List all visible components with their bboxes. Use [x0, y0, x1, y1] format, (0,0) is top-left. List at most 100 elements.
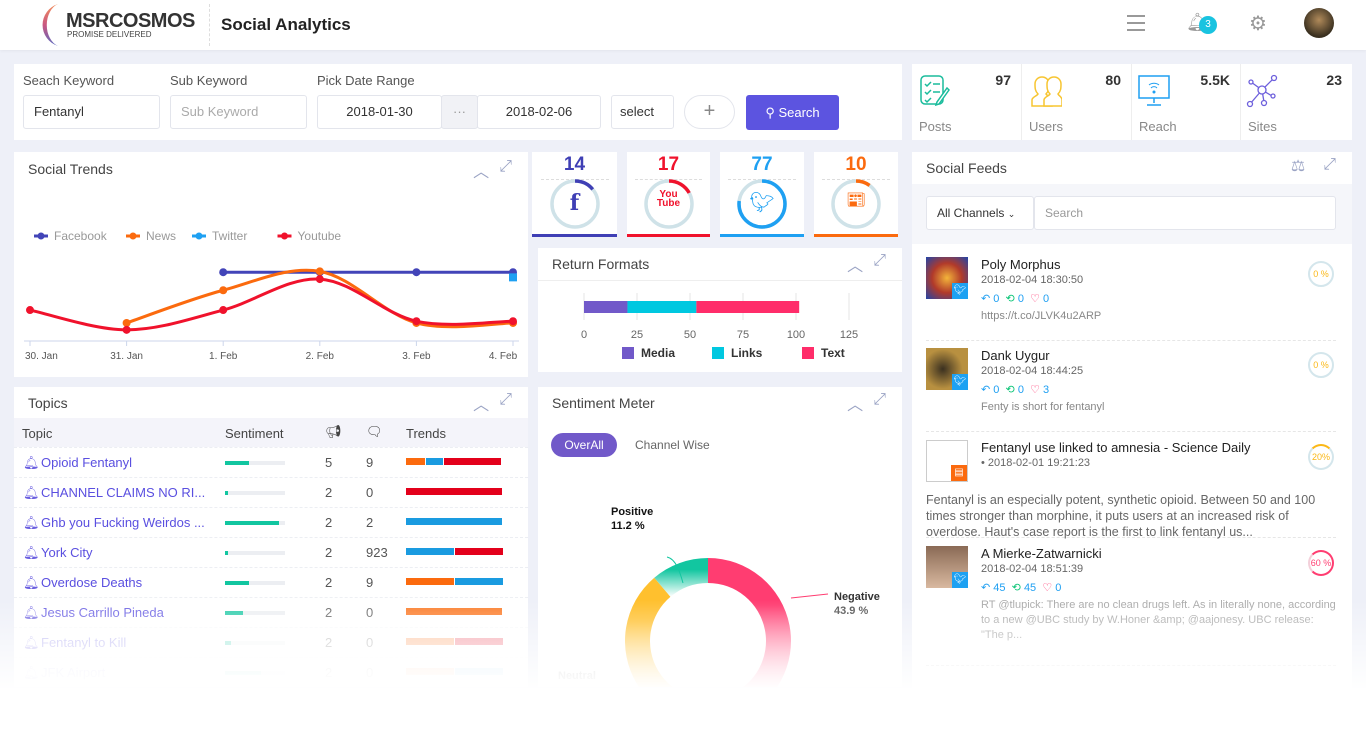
- feed-avatar[interactable]: 🐦︎: [926, 546, 968, 588]
- collapse-icon[interactable]: ︿: [847, 391, 863, 415]
- stat-posts: 97 Posts: [912, 64, 1022, 140]
- date-from-input[interactable]: 2018-01-30: [317, 95, 442, 129]
- sentiment-score-ring: 0 %: [1308, 261, 1334, 287]
- sentiment-score-ring: 20%: [1308, 444, 1334, 470]
- add-button[interactable]: +: [684, 95, 735, 129]
- feed-item[interactable]: ▤ Fentanyl use linked to amnesia - Scien…: [926, 440, 1336, 539]
- data-point: [315, 267, 324, 276]
- reply-icon[interactable]: ↶: [981, 293, 990, 305]
- col-topic[interactable]: Topic: [22, 426, 52, 441]
- feed-author[interactable]: Poly Morphus: [981, 257, 1060, 272]
- feed-author[interactable]: Dank Uygur: [981, 348, 1050, 363]
- feed-avatar[interactable]: ▤: [926, 440, 968, 482]
- heart-icon[interactable]: ♡: [1030, 384, 1040, 396]
- heart-icon[interactable]: ♡: [1042, 582, 1052, 594]
- feed-text: Fentanyl is an especially potent, synthe…: [926, 493, 1316, 539]
- bell-icon: 🔔︎: [23, 575, 40, 590]
- feed-author[interactable]: Fentanyl use linked to amnesia - Science…: [981, 440, 1251, 455]
- topic-row[interactable]: 🔔︎ Opioid Fentanyl 5 9: [14, 447, 528, 477]
- retweet-icon[interactable]: ⟲: [1012, 582, 1021, 594]
- topic-link[interactable]: York City: [41, 545, 93, 560]
- x-tick-label: 1. Feb: [209, 351, 238, 362]
- expand-icon[interactable]: ⤢: [499, 158, 512, 182]
- retweet-icon[interactable]: ⟲: [1006, 384, 1015, 396]
- feed-avatar[interactable]: 🐦︎: [926, 257, 968, 299]
- sentiment-bar: [225, 461, 285, 465]
- col-sentiment[interactable]: Sentiment: [225, 426, 284, 441]
- topic-link[interactable]: Fentanyl to Kill: [41, 635, 126, 650]
- trend-bar: [406, 458, 502, 465]
- topic-row[interactable]: 🔔︎ York City 2 923: [14, 537, 528, 567]
- topic-link[interactable]: JFK Airport: [41, 665, 105, 680]
- topic-row[interactable]: 🔔︎ CHANNEL CLAIMS NO RI... 2 0: [14, 477, 528, 507]
- feeds-search-input[interactable]: Search: [1034, 196, 1336, 230]
- feed-avatar[interactable]: 🐦︎: [926, 348, 968, 390]
- expand-icon[interactable]: ⤢: [873, 252, 886, 276]
- comments-icon[interactable]: 🗨︎: [366, 424, 383, 440]
- bell-icon: 🔔︎: [23, 545, 40, 560]
- search-button[interactable]: ⚲ Search: [746, 95, 839, 130]
- topic-row[interactable]: 🔔︎ Overdose Deaths 2 9: [14, 567, 528, 597]
- comment-count: 0: [366, 605, 374, 620]
- notification-badge: 3: [1199, 16, 1217, 34]
- like-count: 0: [1055, 582, 1062, 594]
- trend-segment: [406, 668, 454, 675]
- collapse-icon[interactable]: ︿: [473, 158, 489, 182]
- expand-icon[interactable]: ⤢: [499, 391, 512, 415]
- tab-overall[interactable]: OverAll: [551, 433, 617, 457]
- channel-card-facebook[interactable]: 14 f: [532, 152, 617, 237]
- gear-icon[interactable]: ⚙: [1249, 11, 1267, 36]
- topic-row[interactable]: 🔔︎ JFK Airport 2 0: [14, 657, 528, 687]
- bell-icon: 🔔︎: [23, 635, 40, 650]
- heart-icon[interactable]: ♡: [1030, 293, 1040, 305]
- reply-icon[interactable]: ↶: [981, 384, 990, 396]
- feed-item[interactable]: 🐦︎ Dank Uygur 2018-02-04 18:44:25 ↶ 0 ⟲ …: [926, 348, 1336, 432]
- topic-row[interactable]: 🔔︎ Jesus Carrillo Pineda 2 0: [14, 597, 528, 627]
- topic-link[interactable]: Overdose Deaths: [41, 575, 142, 590]
- logo-globe-icon: [42, 4, 58, 46]
- topic-link[interactable]: CHANNEL CLAIMS NO RI...: [41, 485, 205, 500]
- topic-link[interactable]: Opioid Fentanyl: [41, 455, 132, 470]
- x-tick-label: 75: [737, 329, 749, 341]
- col-trends[interactable]: Trends: [406, 426, 446, 441]
- expand-icon[interactable]: ⤢: [1323, 156, 1336, 176]
- trend-segment: [455, 548, 503, 555]
- retweet-count: 0: [1017, 384, 1024, 396]
- collapse-icon[interactable]: ︿: [473, 391, 489, 415]
- channel-card-youtube[interactable]: 17 You Tube: [627, 152, 710, 237]
- bar-segment-media: [584, 301, 628, 313]
- tab-channel-wise[interactable]: Channel Wise: [635, 438, 710, 452]
- channel-card-twitter[interactable]: 77 🐦︎: [720, 152, 804, 237]
- balance-scale-icon[interactable]: ⚖: [1291, 156, 1305, 176]
- bell-icon: 🔔︎: [23, 515, 40, 530]
- topic-link[interactable]: Ghb you Fucking Weirdos ...: [41, 515, 205, 530]
- post-count: 2: [325, 605, 333, 620]
- topic-row[interactable]: 🔔︎ Ghb you Fucking Weirdos ... 2 2: [14, 507, 528, 537]
- collapse-icon[interactable]: ︿: [847, 252, 863, 276]
- topic-row[interactable]: 🔔︎ Fentanyl to Kill 2 0: [14, 627, 528, 657]
- sub-keyword-input[interactable]: Sub Keyword: [170, 95, 307, 129]
- stat-label: Posts: [919, 119, 952, 134]
- feed-item[interactable]: 🐦︎ Poly Morphus 2018-02-04 18:30:50 ↶ 0 …: [926, 257, 1336, 341]
- channel-filter-select[interactable]: All Channels ⌄: [926, 196, 1034, 230]
- search-button-label: Search: [778, 105, 820, 120]
- bar-segment-text: [696, 301, 800, 313]
- expand-icon[interactable]: ⤢: [873, 391, 886, 415]
- date-to-input[interactable]: 2018-02-06: [477, 95, 601, 129]
- topic-link[interactable]: Jesus Carrillo Pineda: [41, 605, 164, 620]
- trend-segment: [406, 518, 502, 525]
- slice-neutral: [625, 577, 673, 687]
- reply-icon[interactable]: ↶: [981, 582, 990, 594]
- user-avatar[interactable]: [1304, 8, 1334, 38]
- megaphone-icon[interactable]: 📢︎: [325, 424, 342, 440]
- stat-value: 97: [995, 72, 1011, 88]
- sentiment-bar: [225, 671, 285, 675]
- feed-author[interactable]: A Mierke-Zatwarnicki: [981, 546, 1102, 561]
- keyword-input[interactable]: Fentanyl: [23, 95, 160, 129]
- channel-select[interactable]: select ⬍: [611, 95, 674, 129]
- menu-icon[interactable]: [1127, 15, 1145, 31]
- retweet-icon[interactable]: ⟲: [1006, 293, 1015, 305]
- post-count: 2: [325, 575, 333, 590]
- feed-item[interactable]: 🐦︎ A Mierke-Zatwarnicki 2018-02-04 18:51…: [926, 546, 1336, 666]
- channel-card-news[interactable]: 10 📰︎: [814, 152, 898, 237]
